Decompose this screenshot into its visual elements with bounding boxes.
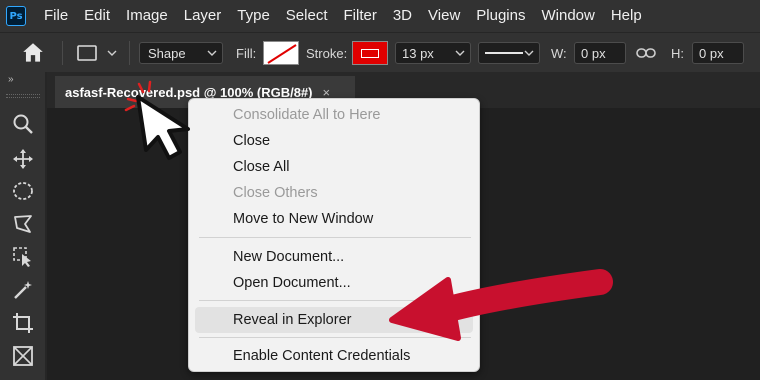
menu-layer[interactable]: Layer <box>176 0 230 32</box>
width-input[interactable]: 0 px <box>574 42 626 64</box>
menu-view[interactable]: View <box>420 0 468 32</box>
home-button[interactable] <box>20 33 46 73</box>
menu-edit[interactable]: Edit <box>76 0 118 32</box>
solid-line-icon <box>485 52 523 54</box>
divider <box>62 41 63 65</box>
height-value: 0 px <box>699 45 724 61</box>
rectangle-preset-icon <box>77 45 97 61</box>
elliptical-marquee-icon <box>13 182 33 200</box>
magic-wand-icon <box>14 281 32 299</box>
menu-item-move-to-new-window[interactable]: Move to New Window <box>195 206 473 232</box>
stroke-swatch-inner <box>361 48 379 58</box>
menu-item-close-others: Close Others <box>233 185 318 201</box>
menu-window[interactable]: Window <box>533 0 602 32</box>
tools-panel: » <box>0 72 46 380</box>
link-icon <box>636 48 656 58</box>
menu-type[interactable]: Type <box>229 0 278 32</box>
chevron-down-icon <box>207 50 217 56</box>
menu-item-open-document[interactable]: Open Document... <box>195 270 473 296</box>
panel-grip[interactable] <box>6 94 40 98</box>
menu-help[interactable]: Help <box>603 0 650 32</box>
fill-swatch[interactable] <box>263 41 299 65</box>
menu-bar: Ps File Edit Image Layer Type Select Fil… <box>0 0 760 32</box>
zoom-icon <box>13 114 33 134</box>
stroke-swatch[interactable] <box>352 41 388 65</box>
lasso-icon <box>14 215 32 233</box>
fill-label: Fill: <box>236 45 257 61</box>
crop-tool[interactable] <box>9 309 37 337</box>
menu-item-new-document[interactable]: New Document... <box>195 244 473 270</box>
width-label: W: <box>551 45 567 61</box>
object-selection-tool[interactable] <box>9 243 37 271</box>
menu-plugins[interactable]: Plugins <box>468 0 533 32</box>
menu-3d[interactable]: 3D <box>385 0 420 32</box>
home-icon <box>23 43 43 62</box>
mode-select-value: Shape <box>148 45 186 61</box>
chevron-down-icon <box>455 50 465 56</box>
divider <box>129 41 130 65</box>
menu-item-close-all[interactable]: Close All <box>195 154 473 180</box>
menu-separator <box>199 300 471 301</box>
elliptical-marquee-tool[interactable] <box>9 177 37 205</box>
tool-preset-picker[interactable] <box>76 33 118 73</box>
frame-icon <box>13 346 33 366</box>
move-icon <box>13 149 33 169</box>
menu-separator <box>199 237 471 238</box>
stroke-label: Stroke: <box>306 45 348 61</box>
height-input[interactable]: 0 px <box>692 42 744 64</box>
lasso-tool[interactable] <box>9 210 37 238</box>
crop-icon <box>13 313 33 333</box>
menu-filter[interactable]: Filter <box>336 0 385 32</box>
chevron-down-icon <box>524 50 534 56</box>
menu-item-reveal-in-explorer[interactable]: Reveal in Explorer <box>195 307 473 333</box>
menu-item-consolidate-all: Consolidate All to Here <box>233 107 381 123</box>
stroke-width-value: 13 px <box>402 45 434 61</box>
menu-item-enable-content-credentials[interactable]: Enable Content Credentials <box>195 343 473 369</box>
menu-image[interactable]: Image <box>118 0 176 32</box>
link-dimensions-button[interactable] <box>636 33 656 73</box>
options-bar: Shape Fill: Stroke: 13 px W: 0 px H: 0 p… <box>0 32 760 72</box>
photoshop-logo[interactable]: Ps <box>6 6 26 26</box>
stroke-type-select[interactable] <box>478 42 540 64</box>
move-tool[interactable] <box>9 145 37 173</box>
object-selection-icon <box>13 247 31 267</box>
tab-context-menu: Consolidate All to Here Close Close All … <box>188 98 480 372</box>
width-value: 0 px <box>581 45 606 61</box>
menu-separator <box>199 337 471 338</box>
no-fill-icon <box>267 44 297 64</box>
menu-select[interactable]: Select <box>278 0 336 32</box>
height-label: H: <box>671 45 684 61</box>
mode-select[interactable]: Shape <box>139 42 223 64</box>
chevron-down-icon <box>107 50 117 56</box>
stroke-width-input[interactable]: 13 px <box>395 42 471 64</box>
zoom-tool[interactable] <box>9 110 37 138</box>
menu-item-close[interactable]: Close <box>195 128 473 154</box>
frame-tool[interactable] <box>9 342 37 370</box>
menu-file[interactable]: File <box>36 0 76 32</box>
magic-wand-tool[interactable] <box>9 276 37 304</box>
collapse-panel-button[interactable]: » <box>0 72 46 88</box>
